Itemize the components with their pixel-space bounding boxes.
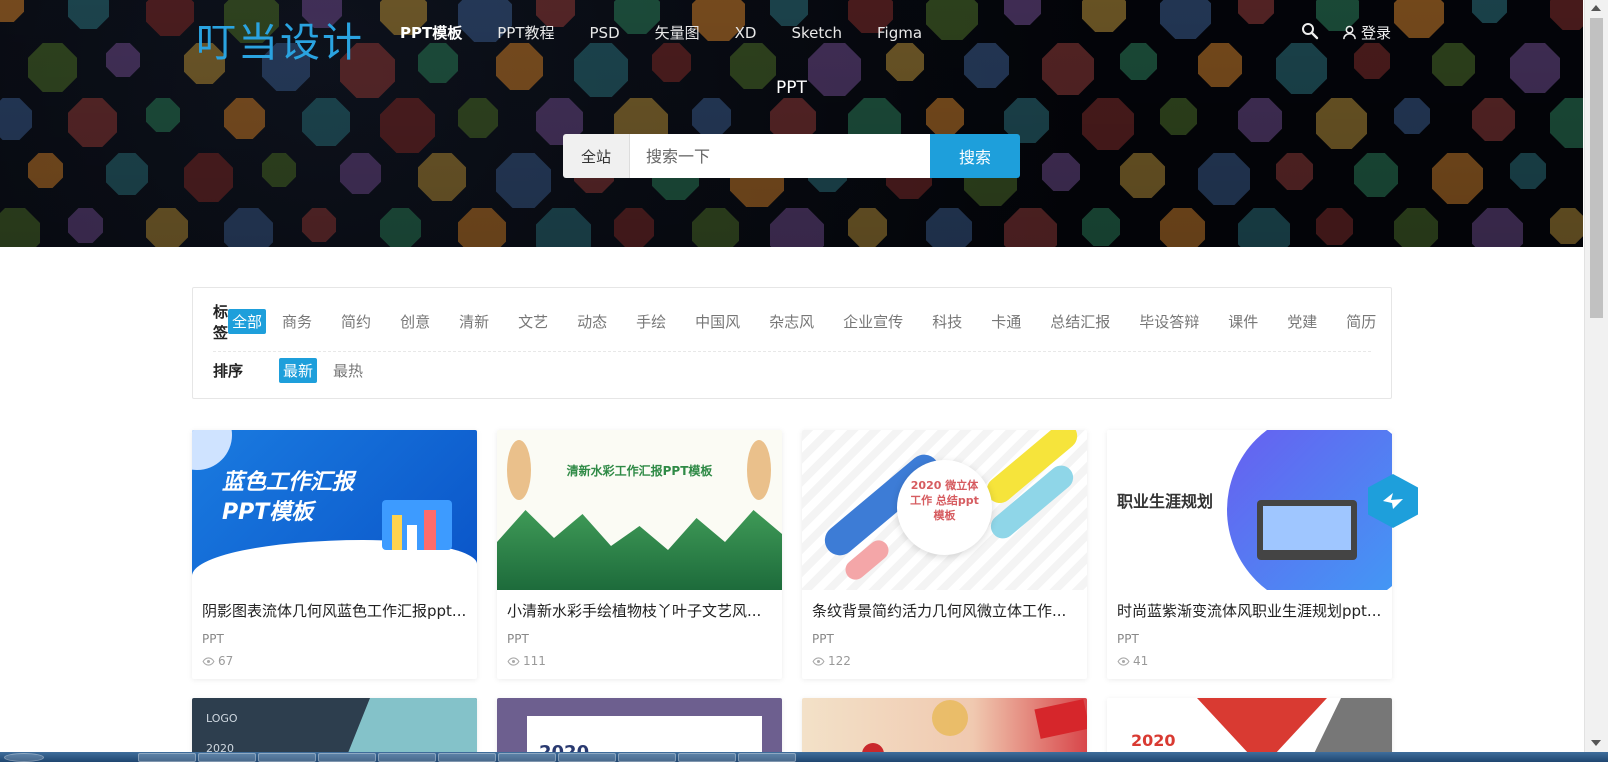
- nav-item-sketch[interactable]: Sketch: [791, 22, 842, 44]
- eye-icon: [1117, 656, 1130, 666]
- main-nav: PPT模板 PPT教程 PSD 矢量图 XD Sketch Figma: [400, 22, 957, 44]
- eye-icon: [812, 656, 825, 666]
- tag-chip[interactable]: 文艺: [514, 309, 552, 334]
- filter-panel: 标签 全部 商务 简约 创意 清新 文艺 动态 手绘 中国风 杂志风 企业宣传 …: [192, 287, 1392, 399]
- tag-chip-all[interactable]: 全部: [228, 309, 267, 334]
- search-input[interactable]: [630, 134, 930, 178]
- tag-chip[interactable]: 商务: [278, 309, 316, 334]
- tag-chip[interactable]: 总结汇报: [1046, 309, 1114, 334]
- template-thumbnail[interactable]: 职业生涯规划: [1107, 430, 1392, 590]
- nav-item-figma[interactable]: Figma: [877, 22, 922, 44]
- tag-filter-label: 标签: [213, 302, 229, 342]
- tag-filter-row: 标签 全部 商务 简约 创意 清新 文艺 动态 手绘 中国风 杂志风 企业宣传 …: [213, 303, 1376, 352]
- start-button[interactable]: [4, 753, 44, 762]
- card-category[interactable]: PPT: [812, 632, 834, 646]
- template-card[interactable]: 蓝色工作汇报 PPT模板 阴影图表流体几何风蓝色工作汇报ppt... PPT 6…: [192, 430, 477, 679]
- taskbar-app[interactable]: [378, 753, 436, 762]
- taskbar-app[interactable]: [558, 753, 616, 762]
- taskbar-app[interactable]: [258, 753, 316, 762]
- nav-item-ppt-templates[interactable]: PPT模板: [400, 22, 462, 44]
- sort-filter-row: 排序 最新 最热: [213, 356, 1371, 384]
- card-views: 111: [507, 654, 546, 668]
- scroll-thumb[interactable]: [1590, 18, 1603, 318]
- tag-chip[interactable]: 科技: [928, 309, 966, 334]
- template-thumbnail[interactable]: 2020 微立体工作 总结ppt模板: [802, 430, 1087, 590]
- search-icon[interactable]: [1301, 22, 1321, 42]
- card-views: 67: [202, 654, 233, 668]
- site-logo[interactable]: 叮当设计: [196, 10, 364, 68]
- view-count: 111: [523, 654, 546, 668]
- template-card[interactable]: 2020 微立体工作 总结ppt模板 条纹背景简约活力几何风微立体工作... P…: [802, 430, 1087, 679]
- tag-chip[interactable]: 毕设答辩: [1135, 309, 1203, 334]
- sort-chip-hottest[interactable]: 最热: [329, 358, 367, 383]
- tag-chip[interactable]: 卡通: [987, 309, 1025, 334]
- tag-chip[interactable]: 杂志风: [765, 309, 818, 334]
- sort-filter-label: 排序: [213, 361, 244, 380]
- taskbar-app[interactable]: [738, 753, 796, 762]
- nav-item-xd[interactable]: XD: [735, 22, 757, 44]
- view-count: 122: [828, 654, 851, 668]
- tag-chip[interactable]: 手绘: [632, 309, 670, 334]
- tag-chip[interactable]: 清新: [455, 309, 493, 334]
- taskbar-app[interactable]: [318, 753, 376, 762]
- eye-icon: [202, 656, 215, 666]
- taskbar-app[interactable]: [138, 753, 196, 762]
- tag-chip[interactable]: 动态: [573, 309, 611, 334]
- thumbnail-heading: 蓝色工作汇报 PPT模板: [222, 470, 355, 525]
- search-form: 全站 搜索: [563, 134, 1020, 178]
- eye-icon: [507, 656, 520, 666]
- template-thumbnail[interactable]: 清新水彩工作汇报PPT模板: [497, 430, 782, 590]
- tag-chip[interactable]: 简约: [337, 309, 375, 334]
- thumbnail-heading: 清新水彩工作汇报PPT模板: [566, 464, 713, 478]
- template-thumbnail[interactable]: 蓝色工作汇报 PPT模板: [192, 430, 477, 590]
- hero-banner: 叮当设计 PPT模板 PPT教程 PSD 矢量图 XD Sketch Figma…: [0, 0, 1583, 247]
- search-button[interactable]: 搜索: [930, 134, 1020, 178]
- thumbnail-heading: 职业生涯规划: [1117, 492, 1214, 511]
- user-icon: [1343, 25, 1356, 40]
- view-count: 41: [1133, 654, 1149, 668]
- card-views: 122: [812, 654, 851, 668]
- card-category[interactable]: PPT: [202, 632, 224, 646]
- card-category[interactable]: PPT: [507, 632, 529, 646]
- os-taskbar: [0, 752, 1608, 762]
- search-scope-select[interactable]: 全站: [563, 134, 630, 178]
- view-count: 67: [218, 654, 234, 668]
- thumbnail-heading: 2020 微立体工作 总结ppt模板: [910, 479, 979, 522]
- page-scrollbar[interactable]: [1584, 0, 1608, 752]
- tag-chip[interactable]: 企业宣传: [839, 309, 907, 334]
- tag-chip[interactable]: 创意: [396, 309, 434, 334]
- taskbar-app[interactable]: [678, 753, 736, 762]
- tag-chip[interactable]: 中国风: [691, 309, 744, 334]
- tag-chip[interactable]: 党建: [1283, 309, 1321, 334]
- taskbar-app[interactable]: [198, 753, 256, 762]
- taskbar-app[interactable]: [438, 753, 496, 762]
- login-label: 登录: [1361, 24, 1392, 42]
- nav-item-ppt-tutorials[interactable]: PPT教程: [497, 22, 554, 44]
- sort-chip-newest[interactable]: 最新: [279, 357, 318, 383]
- card-title[interactable]: 阴影图表流体几何风蓝色工作汇报ppt...: [202, 600, 470, 621]
- nav-item-vector[interactable]: 矢量图: [655, 22, 700, 44]
- template-card[interactable]: 职业生涯规划 时尚蓝紫渐变流体风职业生涯规划ppt... PPT 41: [1107, 430, 1392, 679]
- tag-chip[interactable]: 课件: [1224, 309, 1262, 334]
- nav-item-psd[interactable]: PSD: [590, 22, 620, 44]
- card-views: 41: [1117, 654, 1148, 668]
- scroll-up-arrow-icon[interactable]: [1591, 5, 1601, 11]
- scroll-down-arrow-icon[interactable]: [1591, 740, 1601, 746]
- taskbar-app[interactable]: [618, 753, 676, 762]
- card-title[interactable]: 条纹背景简约活力几何风微立体工作...: [812, 600, 1080, 621]
- tag-chip[interactable]: 简历: [1342, 309, 1380, 334]
- hero-title: PPT: [776, 78, 807, 98]
- card-category[interactable]: PPT: [1117, 632, 1139, 646]
- card-title[interactable]: 小清新水彩手绘植物枝丫叶子文艺风...: [507, 600, 775, 621]
- card-title[interactable]: 时尚蓝紫渐变流体风职业生涯规划ppt...: [1117, 600, 1385, 621]
- login-button[interactable]: 登录: [1342, 22, 1391, 43]
- taskbar-app[interactable]: [498, 753, 556, 762]
- template-card[interactable]: 清新水彩工作汇报PPT模板 小清新水彩手绘植物枝丫叶子文艺风... PPT 11…: [497, 430, 782, 679]
